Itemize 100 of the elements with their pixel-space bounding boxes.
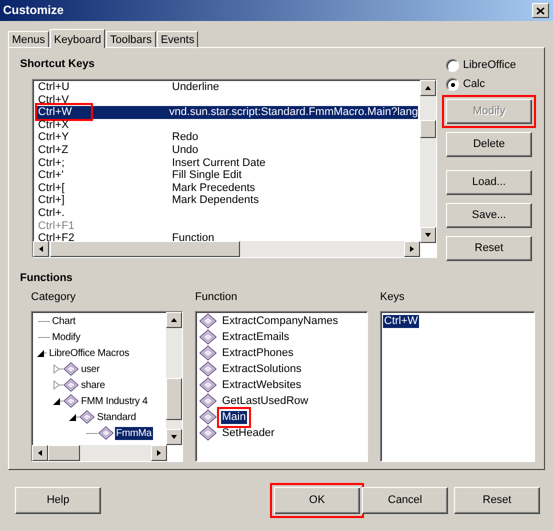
shortcut-key[interactable]: Ctrl+W	[35, 106, 170, 119]
shortcut-key[interactable]: Ctrl+F2	[35, 232, 172, 241]
keys-list[interactable]: Ctrl+W	[380, 311, 535, 462]
shortcut-key[interactable]: Ctrl+Y	[35, 131, 172, 144]
tree-item[interactable]: share	[80, 378, 106, 392]
left-arrow-icon	[37, 245, 45, 253]
shortcut-function[interactable]: Fill Single Edit	[172, 169, 242, 182]
dialog-button[interactable]: Delete	[446, 132, 532, 157]
dialog-button[interactable]: OK	[270, 483, 364, 518]
macro-icon	[63, 393, 79, 409]
dialog-button[interactable]: Help	[15, 487, 101, 514]
macro-icon	[199, 345, 217, 361]
scroll-left-button[interactable]	[32, 445, 48, 461]
down-arrow-icon	[424, 231, 432, 239]
shortcut-function[interactable]: Insert Current Date	[172, 156, 266, 170]
macro-icon	[63, 377, 79, 393]
scroll-up-button[interactable]	[420, 80, 436, 96]
tree-item[interactable]: user	[80, 362, 101, 376]
scroll-right-button[interactable]	[404, 241, 420, 257]
radio-option[interactable]: LibreOffice	[446, 56, 544, 75]
function-item[interactable]: ExtractSolutions	[221, 362, 302, 376]
function-item[interactable]: ExtractCompanyNames	[221, 314, 340, 328]
tab[interactable]: Toolbars	[106, 31, 156, 47]
macro-icon	[79, 409, 95, 425]
shortcut-list[interactable]	[32, 79, 437, 258]
shortcut-key[interactable]: Ctrl+;	[35, 156, 172, 170]
column-label: Function	[195, 291, 238, 305]
macro-icon	[199, 313, 217, 329]
tree-line	[86, 432, 98, 434]
dialog-button[interactable]: Reset	[446, 236, 532, 261]
key-item[interactable]: Ctrl+W	[383, 314, 419, 328]
macro-icon	[199, 361, 217, 377]
tree-item[interactable]: FmmMa	[115, 426, 153, 440]
tab[interactable]: Events	[156, 31, 198, 47]
macro-icon	[199, 393, 217, 409]
vertical-scrollbar[interactable]	[166, 312, 182, 445]
shortcut-key[interactable]: Ctrl+X	[35, 118, 172, 132]
shortcut-key[interactable]: Ctrl+U	[35, 81, 172, 94]
shortcut-function[interactable]: Undo	[172, 144, 198, 157]
right-arrow-icon	[408, 245, 416, 253]
window-title: Customize	[3, 4, 64, 17]
tree-line	[38, 336, 50, 338]
dialog-button[interactable]: Load...	[446, 170, 532, 195]
scroll-thumb[interactable]	[50, 241, 240, 257]
tab[interactable]: Menus	[8, 31, 50, 47]
dialog-button[interactable]: Reset	[454, 487, 540, 514]
function-item[interactable]: SetHeader	[221, 426, 276, 440]
horizontal-scrollbar[interactable]	[33, 241, 420, 257]
down-arrow-icon	[170, 433, 178, 441]
shortcut-function[interactable]: Mark Dependents	[172, 194, 259, 207]
function-item[interactable]: Main	[221, 410, 247, 424]
dialog-button[interactable]: Save...	[446, 203, 532, 228]
macro-icon	[199, 425, 217, 441]
shortcut-function[interactable]: Mark Precedents	[172, 182, 256, 194]
left-arrow-icon	[36, 449, 44, 457]
scroll-thumb[interactable]	[420, 120, 436, 138]
tree-item[interactable]: LibreOffice Macros	[48, 346, 130, 360]
tree-item[interactable]: Modify	[51, 330, 82, 344]
scroll-down-button[interactable]	[420, 227, 436, 243]
function-item[interactable]: ExtractWebsites	[221, 378, 302, 392]
macro-icon	[63, 361, 79, 377]
function-item[interactable]: ExtractPhones	[221, 346, 295, 360]
scroll-left-button[interactable]	[33, 241, 49, 257]
close-icon	[536, 6, 545, 14]
scroll-right-button[interactable]	[151, 445, 167, 461]
tab[interactable]: Keyboard	[50, 29, 106, 48]
macro-icon	[199, 377, 217, 393]
function-item[interactable]: GetLastUsedRow	[221, 394, 310, 408]
horizontal-scrollbar[interactable]	[32, 445, 167, 461]
vertical-scrollbar[interactable]	[420, 80, 436, 243]
shortcut-function[interactable]: Function	[172, 232, 214, 241]
column-label: Keys	[380, 291, 406, 305]
shortcut-key[interactable]: Ctrl+Z	[35, 144, 172, 157]
tree-item[interactable]: FMM Industry 4	[80, 394, 149, 408]
shortcut-key[interactable]: Ctrl+]	[35, 194, 172, 207]
category-tree[interactable]: Chart Modify LibreOffice Macros user share FMM Industry 4 Standard FmmMa	[31, 311, 183, 462]
scroll-thumb[interactable]	[166, 378, 182, 420]
radio-option[interactable]: Calc	[446, 75, 544, 94]
function-item[interactable]: ExtractEmails	[221, 330, 290, 344]
macro-icon	[98, 425, 114, 441]
close-button[interactable]	[532, 3, 549, 18]
shortcut-key[interactable]: Ctrl+V	[35, 94, 172, 106]
shortcut-function[interactable]: Underline	[172, 81, 220, 94]
section-heading: Shortcut Keys	[20, 58, 96, 72]
macro-icon	[199, 329, 217, 345]
scroll-down-button[interactable]	[166, 429, 182, 445]
up-arrow-icon	[170, 316, 178, 324]
macro-icon	[199, 409, 217, 425]
tree-item[interactable]: Chart	[51, 314, 76, 328]
scroll-thumb[interactable]	[48, 445, 80, 461]
tree-item[interactable]: Standard	[96, 410, 137, 424]
shortcut-key[interactable]: Ctrl+.	[35, 206, 172, 220]
collapsed-icon	[51, 377, 63, 393]
shortcut-function[interactable]: vnd.sun.star.script:Standard.FmmMacro.Main?lang	[169, 106, 418, 119]
dialog-button[interactable]: Cancel	[362, 487, 448, 514]
scroll-up-button[interactable]	[166, 312, 182, 328]
shortcut-function[interactable]: Redo	[172, 131, 198, 144]
shortcut-key[interactable]: Ctrl+'	[35, 169, 172, 182]
function-list[interactable]: ExtractCompanyNames ExtractEmails ExtractPhones ExtractSolutions ExtractWebsites GetLastUsedRow Main SetHeader	[195, 311, 368, 462]
shortcut-key[interactable]: Ctrl+[	[35, 182, 172, 194]
